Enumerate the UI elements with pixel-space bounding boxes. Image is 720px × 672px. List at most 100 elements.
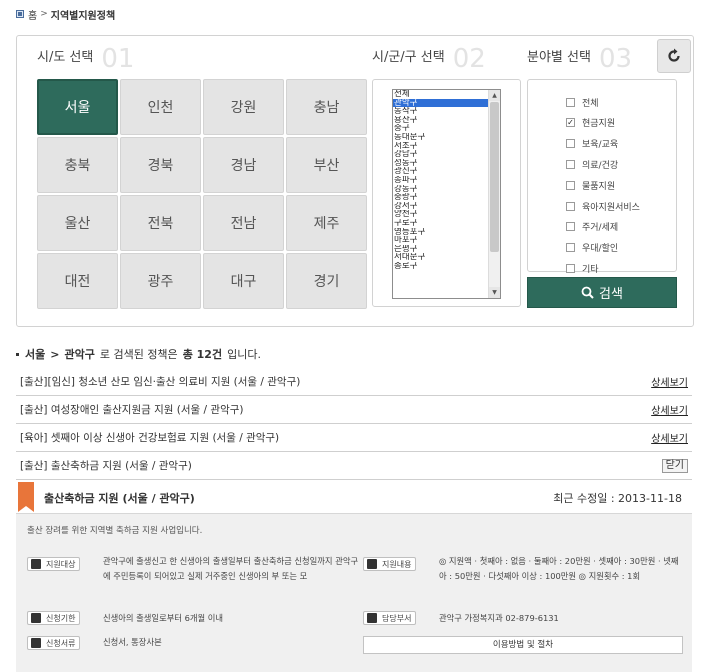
close-button[interactable]: 닫기 (661, 458, 688, 473)
checkbox[interactable] (566, 201, 575, 211)
city-button[interactable]: 경기 (286, 253, 367, 309)
breadcrumb: 홈 > 지역별지원정책 (16, 6, 115, 22)
search-button[interactable]: 검색 (527, 277, 677, 308)
district-option[interactable]: 관악구 (393, 98, 500, 108)
category-option[interactable]: ✓ 현금지원 (566, 117, 615, 129)
city-button[interactable]: 광주 (120, 253, 201, 309)
city-button[interactable]: 부산 (286, 137, 367, 193)
district-option[interactable]: 종로구 (393, 262, 500, 271)
district-option[interactable]: 구로구 (393, 219, 500, 228)
target-text: 관악구에 출생신고 한 신생아의 출생일부터 출산축하금 신청일까지 관악구에 … (103, 556, 359, 581)
period-tag: 신청기한 (27, 611, 81, 625)
checkbox[interactable] (566, 97, 575, 107)
result-district: 관악구 (64, 348, 95, 361)
city-button[interactable]: 대구 (203, 253, 284, 309)
breadcrumb-home[interactable]: 홈 (28, 7, 37, 22)
category-option[interactable]: 물품지원 (566, 179, 616, 192)
category-label: 물품지원 (582, 181, 616, 192)
category-option[interactable]: 전체 (566, 96, 599, 109)
category-option[interactable]: 주거/세제 (566, 221, 618, 233)
district-option[interactable]: 중랑구 (393, 193, 500, 202)
usage-guide-button[interactable]: 이용방법 및 절차 (363, 636, 683, 654)
category-option[interactable]: 육아지원서비스 (566, 200, 640, 213)
district-option[interactable]: 서초구 (393, 142, 500, 151)
category-label: 의료/건강 (582, 160, 619, 171)
checkbox[interactable] (566, 180, 575, 190)
district-option[interactable]: 은평구 (393, 245, 500, 254)
policy-row: [출산][임신] 청소년 산모 임신·출산 의료비 지원 (서울 / 관악구) … (16, 368, 692, 396)
district-option[interactable]: 성동구 (393, 159, 500, 168)
detail-link[interactable]: 상세보기 (651, 430, 688, 445)
checkbox[interactable] (566, 159, 575, 169)
category-option[interactable]: 의료/건강 (566, 158, 619, 171)
step2-number: 02 (452, 44, 486, 74)
city-button[interactable]: 충북 (37, 137, 118, 193)
district-option[interactable]: 강남구 (393, 150, 500, 159)
scroll-thumb[interactable] (490, 102, 499, 252)
search-button-label: 검색 (599, 287, 623, 302)
docs-text: 신청서, 통장사본 (103, 637, 162, 647)
category-option[interactable]: 기타 (566, 262, 599, 275)
checkbox[interactable] (566, 243, 575, 253)
detail-link[interactable]: 상세보기 (651, 402, 688, 417)
district-box: 전체 관악구 동작구 용산구 중구 동대문구 서초구 강남구 성동구 광진구 송파구 강동구 중랑구 강서… (372, 79, 521, 307)
district-scrollbar[interactable]: ▲ ▼ (488, 90, 500, 298)
target-tag: 지원대상 (27, 557, 81, 571)
city-button[interactable]: 경남 (203, 137, 284, 193)
search-icon (581, 286, 594, 299)
district-option[interactable]: 서대문구 (393, 253, 500, 262)
city-button[interactable]: 강원 (203, 79, 284, 135)
bookmark-ribbon-icon (18, 482, 34, 512)
refresh-button[interactable] (657, 39, 691, 73)
city-button[interactable]: 제주 (286, 195, 367, 251)
category-option[interactable]: 보육/교육 (566, 138, 618, 150)
city-button[interactable]: 전북 (120, 195, 201, 251)
scroll-down-icon[interactable]: ▼ (489, 287, 500, 298)
step2-title: 시/군/구 선택 (372, 50, 445, 65)
checkbox[interactable] (566, 139, 575, 149)
district-option[interactable]: 광진구 (393, 167, 500, 176)
district-option[interactable]: 동작구 (393, 107, 500, 116)
city-button[interactable]: 울산 (37, 195, 118, 251)
city-button[interactable]: 전남 (203, 195, 284, 251)
category-box: 전체 ✓ 현금지원보육/교육의료/건강물품지원육아지원서비스주거/세제우대/할인기타 (527, 79, 677, 275)
district-option[interactable]: 강서구 (393, 202, 500, 211)
home-icon[interactable] (16, 10, 24, 18)
scroll-up-icon[interactable]: ▲ (489, 90, 500, 101)
calendar-icon (31, 613, 41, 623)
bullet-icon (16, 352, 19, 356)
district-option[interactable]: 용산구 (393, 116, 500, 125)
result-city: 서울 (25, 348, 46, 361)
checkbox[interactable]: ✓ (566, 118, 575, 128)
district-listbox[interactable]: 전체 관악구 동작구 용산구 중구 동대문구 서초구 강남구 성동구 광진구 송파구 강동구 중랑구 강서… (392, 89, 501, 299)
content-label: 지원내용 (382, 559, 412, 569)
period-label: 신청기한 (46, 613, 76, 623)
city-button[interactable]: 인천 (120, 79, 201, 135)
result-text-end: 입니다. (227, 348, 261, 361)
city-button[interactable]: 경북 (120, 137, 201, 193)
policy-title: [출산] 여성장애인 출산지원금 지원 (서울 / 관악구) (20, 404, 244, 416)
detail-link[interactable]: 상세보기 (651, 374, 688, 389)
checkbox[interactable] (566, 222, 575, 232)
step2-heading: 시/군/구 선택 02 (372, 46, 486, 72)
city-button[interactable]: 서울 (37, 79, 118, 135)
city-button[interactable]: 충남 (286, 79, 367, 135)
step1-title: 시/도 선택 (37, 50, 94, 65)
policy-row-expanded: [출산] 출산축하금 지원 (서울 / 관악구) 닫기 (16, 452, 692, 480)
district-option[interactable]: 전체 (393, 90, 500, 99)
district-option[interactable]: 동대문구 (393, 133, 500, 142)
category-option[interactable]: 우대/할인 (566, 242, 618, 254)
district-option[interactable]: 중구 (393, 124, 500, 133)
breadcrumb-current: 지역별지원정책 (50, 10, 116, 22)
district-option[interactable]: 송파구 (393, 176, 500, 185)
checkbox[interactable] (566, 263, 575, 273)
result-summary: 서울 > 관악구 로 검색된 정책은 총 12건 입니다. (16, 346, 261, 362)
district-option[interactable]: 강동구 (393, 185, 500, 194)
city-button[interactable]: 대전 (37, 253, 118, 309)
content-tag: 지원내용 (363, 557, 417, 571)
district-option[interactable]: 영등포구 (393, 228, 500, 237)
dept-text: 관악구 가정복지과 02-879-6131 (439, 613, 559, 623)
detail-title: 출산축하금 지원 (서울 / 관악구) (44, 491, 195, 505)
district-option[interactable]: 양천구 (393, 210, 500, 219)
district-option[interactable]: 마포구 (393, 236, 500, 245)
